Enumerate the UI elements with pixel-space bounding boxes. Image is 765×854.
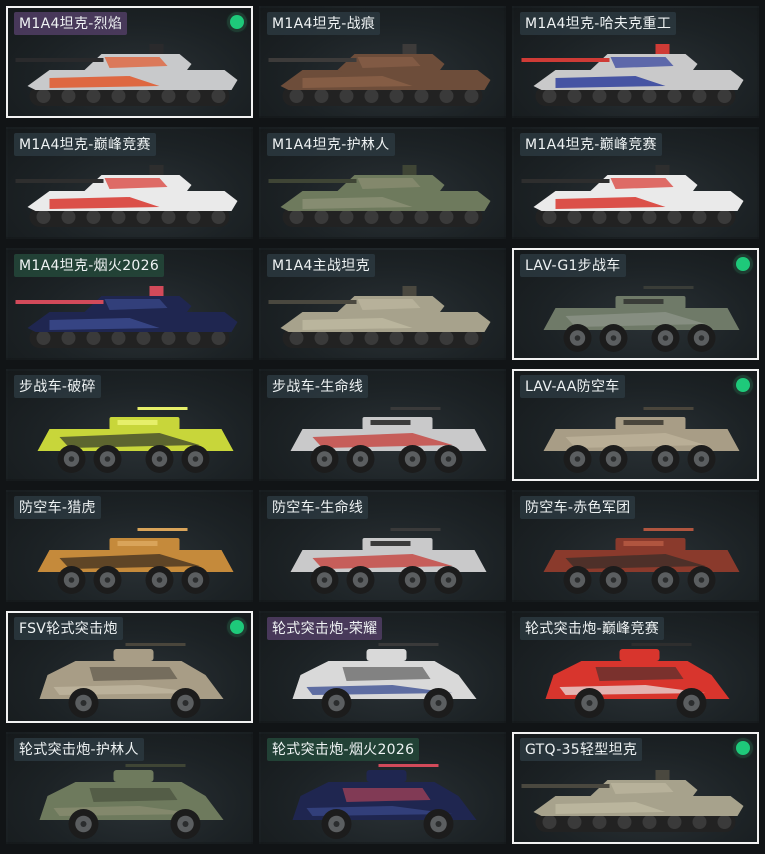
vehicle-image	[521, 44, 744, 106]
vehicle-image	[543, 528, 740, 594]
vehicle-skin-card[interactable]: M1A4坦克-烈焰	[6, 6, 253, 118]
vehicle-image	[37, 407, 234, 473]
vehicle-image	[268, 165, 491, 227]
vehicle-image	[39, 764, 224, 839]
vehicle-skin-card[interactable]: M1A4坦克-烟火2026	[6, 248, 253, 360]
vehicle-image	[37, 528, 234, 594]
vehicle-image	[290, 407, 487, 473]
vehicle-skin-card[interactable]: M1A4坦克-哈夫克重工	[512, 6, 759, 118]
vehicle-skin-card[interactable]: LAV-G1步战车	[512, 248, 759, 360]
vehicle-skin-card[interactable]: M1A4坦克-护林人	[259, 127, 506, 239]
vehicle-image	[521, 165, 744, 227]
vehicle-image	[521, 770, 744, 832]
vehicle-image	[543, 407, 740, 473]
vehicle-skin-card[interactable]: 步战车-破碎	[6, 369, 253, 481]
owned-indicator-icon	[736, 257, 750, 271]
vehicle-skin-card[interactable]: FSV轮式突击炮	[6, 611, 253, 723]
vehicle-image	[268, 44, 491, 106]
vehicle-image	[15, 165, 238, 227]
vehicle-skin-grid: M1A4坦克-烈焰 M1A4坦克-战痕 M1A4坦克-哈夫克重工 M1A4坦克-巅峰竞…	[0, 0, 765, 854]
vehicle-image	[292, 643, 477, 718]
vehicle-skin-card[interactable]: M1A4坦克-巅峰竞赛	[6, 127, 253, 239]
owned-indicator-icon	[230, 15, 244, 29]
vehicle-skin-card[interactable]: 步战车-生命线	[259, 369, 506, 481]
vehicle-image	[15, 286, 238, 348]
vehicle-skin-card[interactable]: 防空车-生命线	[259, 490, 506, 602]
vehicle-skin-card[interactable]: 轮式突击炮-巅峰竞赛	[512, 611, 759, 723]
vehicle-image	[545, 643, 730, 718]
vehicle-image	[290, 528, 487, 594]
vehicle-skin-card[interactable]: 防空车-猎虎	[6, 490, 253, 602]
vehicle-image	[543, 286, 740, 352]
vehicle-skin-card[interactable]: GTQ-35轻型坦克	[512, 732, 759, 844]
vehicle-skin-card[interactable]: 轮式突击炮-烟火2026	[259, 732, 506, 844]
owned-indicator-icon	[230, 620, 244, 634]
vehicle-image	[15, 44, 238, 106]
vehicle-skin-card[interactable]: 防空车-赤色军团	[512, 490, 759, 602]
vehicle-image	[39, 643, 224, 718]
vehicle-skin-card[interactable]: M1A4坦克-战痕	[259, 6, 506, 118]
owned-indicator-icon	[736, 741, 750, 755]
vehicle-image	[292, 764, 477, 839]
vehicle-skin-card[interactable]: M1A4主战坦克	[259, 248, 506, 360]
vehicle-image	[268, 286, 491, 348]
vehicle-skin-card[interactable]: M1A4坦克-巅峰竞赛	[512, 127, 759, 239]
vehicle-skin-card[interactable]: 轮式突击炮-荣耀	[259, 611, 506, 723]
owned-indicator-icon	[736, 378, 750, 392]
vehicle-skin-card[interactable]: 轮式突击炮-护林人	[6, 732, 253, 844]
vehicle-skin-card[interactable]: LAV-AA防空车	[512, 369, 759, 481]
